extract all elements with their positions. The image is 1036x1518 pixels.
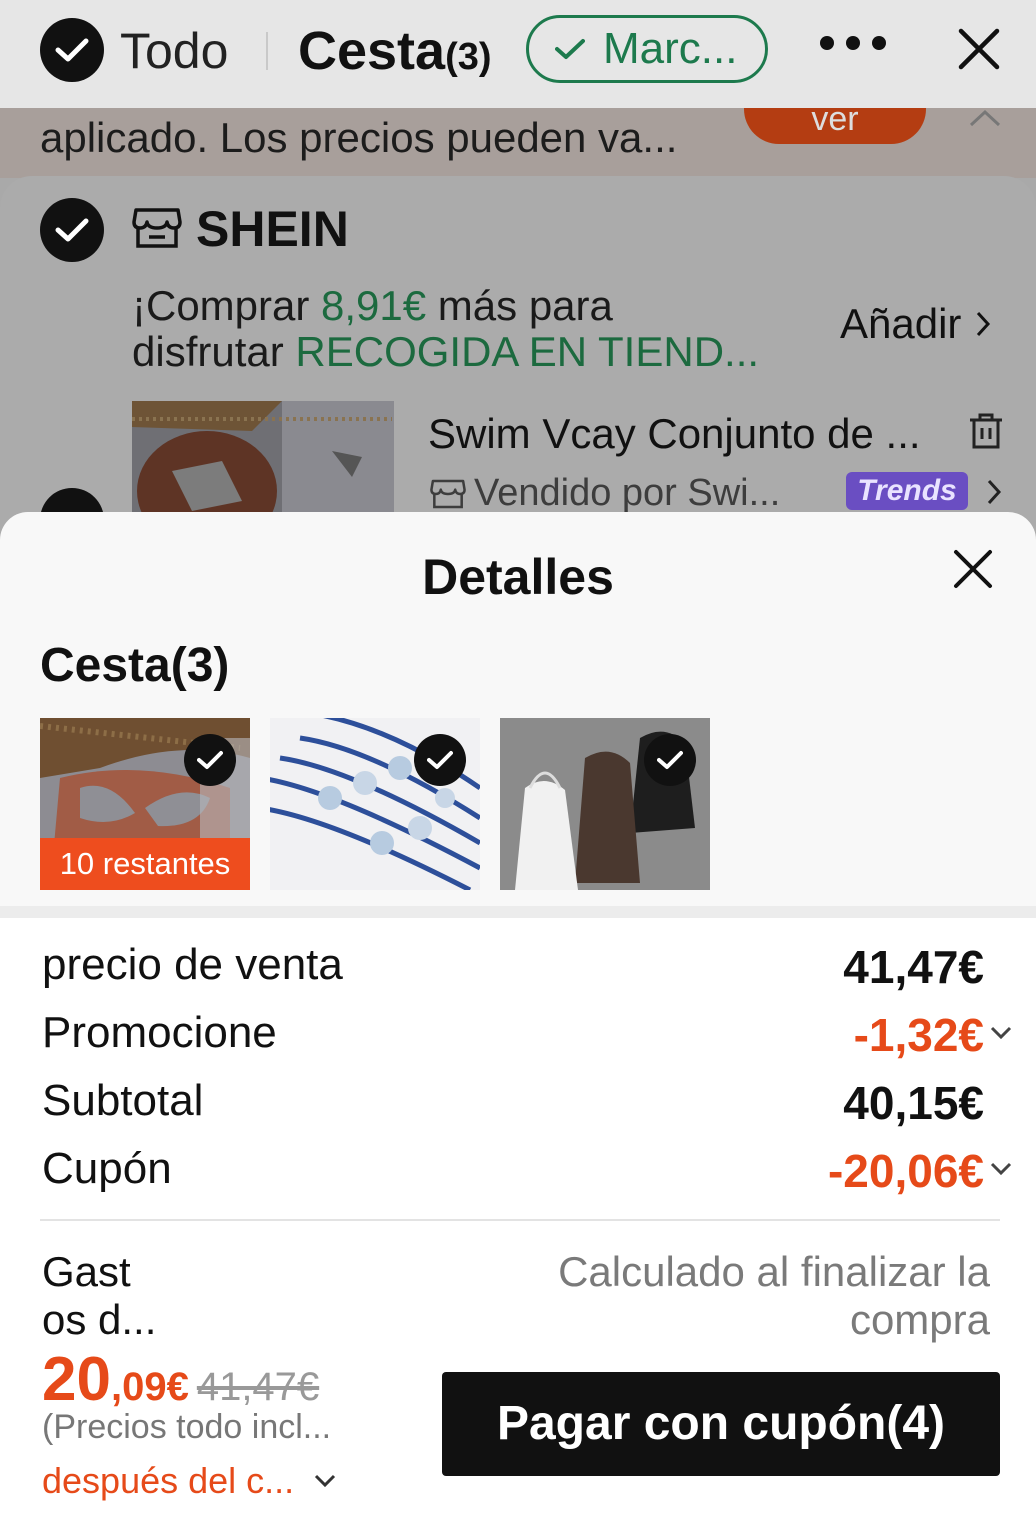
sheet-title: Detalles <box>422 549 614 605</box>
store-checkbox[interactable] <box>40 198 104 262</box>
pay-with-coupon-button[interactable]: Pagar con cupón(4) <box>442 1372 1000 1476</box>
promotion-row[interactable]: Promocione -1,32€ <box>42 1008 1012 1068</box>
cart-item-thumbnail[interactable]: 10 restantes <box>40 718 250 890</box>
select-all-checkbox[interactable] <box>40 18 104 82</box>
row-value: 41,47€ <box>843 941 984 993</box>
store-name[interactable]: SHEIN <box>196 200 349 258</box>
section-divider <box>0 906 1036 918</box>
total-price: 20,09€ 41,47€ <box>42 1345 320 1414</box>
select-all-label[interactable]: Todo <box>120 22 228 80</box>
close-icon[interactable] <box>952 548 994 590</box>
row-label: Promocione <box>42 1008 277 1057</box>
promo-text-line-1: ¡Comprar 8,91€ más para <box>132 282 613 329</box>
close-icon[interactable] <box>956 26 1002 72</box>
row-label: Subtotal <box>42 1076 204 1125</box>
shipping-label: Gast os d... <box>42 1248 157 1343</box>
more-options-icon[interactable] <box>820 36 886 50</box>
top-bar: Todo Cesta(3) Marc... <box>0 0 1036 108</box>
mark-filter-label: Marc... <box>603 24 738 73</box>
original-price: 41,47€ <box>196 1365 320 1409</box>
shipping-value: Calculado al finalizar la compra <box>558 1248 990 1343</box>
sale-price-row: precio de venta 41,47€ <box>42 940 992 1000</box>
cart-item-thumbnail[interactable] <box>500 718 710 890</box>
store-section: SHEIN ¡Comprar 8,91€ más para disfrutar … <box>0 176 1036 556</box>
row-value: -1,32€ <box>853 1009 984 1061</box>
row-label: Cupón <box>42 1144 172 1193</box>
selected-check-icon <box>414 734 466 786</box>
selected-check-icon <box>184 734 236 786</box>
trash-icon[interactable] <box>968 412 1004 450</box>
mark-filter-button[interactable]: Marc... <box>526 15 768 83</box>
promo-text-line-2: disfrutar RECOGIDA EN TIEND... <box>132 328 760 375</box>
chevron-right-icon[interactable] <box>986 478 1002 506</box>
row-value: -20,06€ <box>827 1145 984 1197</box>
row-value: 40,15€ <box>843 1077 984 1129</box>
coupon-row[interactable]: Cupón -20,06€ <box>42 1144 1012 1204</box>
selected-check-icon <box>644 734 696 786</box>
check-icon <box>55 218 89 242</box>
add-more-link[interactable]: Añadir <box>840 300 991 348</box>
cart-item-thumbnail[interactable] <box>270 718 480 890</box>
page-title: Cesta(3) <box>298 21 492 81</box>
divider <box>266 32 268 70</box>
product-image[interactable] <box>132 401 394 521</box>
subtotal-row: Subtotal 40,15€ <box>42 1076 992 1136</box>
chevron-down-icon <box>315 1474 336 1488</box>
after-coupon-toggle[interactable]: después del c... <box>42 1460 336 1502</box>
stock-badge: 10 restantes <box>40 838 250 890</box>
chevron-down-icon[interactable] <box>990 1162 1012 1176</box>
chevron-right-icon <box>977 311 991 337</box>
cart-heading: Cesta(3) <box>40 639 230 692</box>
divider <box>40 1219 1000 1221</box>
check-icon <box>555 39 585 59</box>
price-notice-banner: ver aplicado. Los precios pueden va... <box>0 108 1036 178</box>
chevron-down-icon[interactable] <box>990 1026 1012 1040</box>
row-label: precio de venta <box>42 940 343 989</box>
view-button[interactable]: ver <box>744 108 926 144</box>
product-title[interactable]: Swim Vcay Conjunto de ... <box>428 410 921 458</box>
trends-badge: Trends <box>846 472 968 510</box>
store-icon <box>430 479 466 508</box>
store-icon <box>132 208 182 248</box>
notice-text: aplicado. Los precios pueden va... <box>40 114 678 161</box>
cart-count: (3) <box>445 36 492 78</box>
tax-note: (Precios todo incl... <box>42 1408 332 1446</box>
chevron-up-icon[interactable] <box>968 108 1002 128</box>
check-icon <box>55 38 89 62</box>
seller-link[interactable]: Vendido por Swi... <box>430 472 780 515</box>
